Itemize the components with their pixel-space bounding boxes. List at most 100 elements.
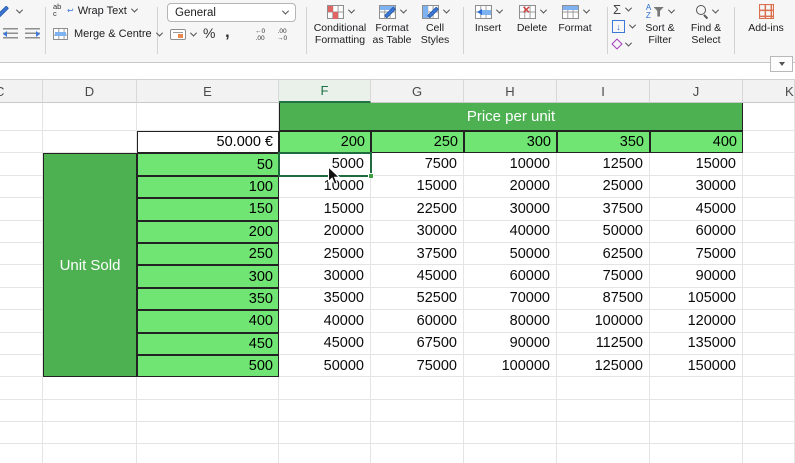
unit-cell[interactable]: 350 <box>137 288 279 310</box>
empty-cell[interactable] <box>371 377 464 399</box>
unit-cell[interactable]: 400 <box>137 310 279 332</box>
empty-cell[interactable] <box>0 444 43 463</box>
cell-styles-button[interactable]: Cell Styles <box>413 3 457 46</box>
delete-button[interactable]: × Delete <box>510 3 554 35</box>
empty-cell[interactable] <box>464 400 557 422</box>
data-cell[interactable]: 60000 <box>371 310 464 332</box>
column-header-F[interactable]: F <box>279 79 371 103</box>
data-cell[interactable]: 100000 <box>557 310 650 332</box>
data-cell[interactable]: 30000 <box>371 221 464 243</box>
data-cell[interactable]: 45000 <box>279 333 371 355</box>
data-cell[interactable]: 135000 <box>650 333 743 355</box>
comma-style-button[interactable]: , <box>225 22 230 42</box>
data-cell[interactable]: 25000 <box>279 243 371 265</box>
empty-cell[interactable] <box>0 198 43 220</box>
price-cell[interactable]: 300 <box>464 131 557 153</box>
empty-cell[interactable] <box>557 444 650 463</box>
empty-cell[interactable] <box>743 221 795 243</box>
empty-cell[interactable] <box>743 333 795 355</box>
empty-cell[interactable] <box>743 310 795 332</box>
unit-cell[interactable]: 150 <box>137 198 279 220</box>
data-cell[interactable]: 80000 <box>464 310 557 332</box>
empty-cell[interactable] <box>743 444 795 463</box>
empty-cell[interactable] <box>0 377 43 399</box>
increase-decimal-button[interactable]: ←0 .00 <box>255 29 265 42</box>
merge-centre-button[interactable]: Merge & Centre <box>53 28 162 40</box>
wrap-text-button[interactable]: ab c ↩ Wrap Text <box>53 4 137 17</box>
data-cell[interactable]: 75000 <box>650 243 743 265</box>
empty-cell[interactable] <box>650 422 743 444</box>
data-cell[interactable]: 75000 <box>371 355 464 377</box>
empty-cell[interactable] <box>743 377 795 399</box>
empty-cell[interactable] <box>43 103 137 131</box>
autosum-button[interactable]: Σ <box>613 2 631 17</box>
column-header-D[interactable]: D <box>43 79 137 103</box>
empty-cell[interactable] <box>0 103 43 131</box>
data-cell[interactable]: 37500 <box>557 198 650 220</box>
empty-cell[interactable] <box>650 400 743 422</box>
empty-cell[interactable] <box>43 131 137 153</box>
empty-cell[interactable] <box>743 198 795 220</box>
empty-cell[interactable] <box>464 377 557 399</box>
empty-cell[interactable] <box>371 400 464 422</box>
number-format-select[interactable]: General <box>167 3 296 22</box>
decrease-indent-button[interactable] <box>3 28 18 39</box>
format-button[interactable]: Format <box>551 3 599 35</box>
unit-cell[interactable]: 450 <box>137 333 279 355</box>
empty-cell[interactable] <box>743 265 795 287</box>
empty-cell[interactable] <box>0 221 43 243</box>
data-cell[interactable]: 12500 <box>557 153 650 175</box>
empty-cell[interactable] <box>743 176 795 198</box>
data-cell[interactable]: 45000 <box>650 198 743 220</box>
accounting-format-button[interactable] <box>170 29 196 40</box>
empty-cell[interactable] <box>279 422 371 444</box>
empty-cell[interactable] <box>0 131 43 153</box>
column-header-J[interactable]: J <box>650 79 743 103</box>
empty-cell[interactable] <box>743 288 795 310</box>
price-cell[interactable]: 250 <box>371 131 464 153</box>
data-cell[interactable]: 50000 <box>557 221 650 243</box>
data-cell[interactable]: 60000 <box>650 221 743 243</box>
insert-button[interactable]: Insert <box>467 3 509 35</box>
data-cell[interactable]: 100000 <box>464 355 557 377</box>
format-as-table-button[interactable]: Format as Table <box>369 3 415 46</box>
empty-cell[interactable] <box>743 400 795 422</box>
empty-cell[interactable] <box>0 265 43 287</box>
empty-cell[interactable] <box>557 422 650 444</box>
empty-cell[interactable] <box>43 377 137 399</box>
data-cell[interactable]: 40000 <box>279 310 371 332</box>
data-cell[interactable]: 150000 <box>650 355 743 377</box>
empty-cell[interactable] <box>279 444 371 463</box>
data-cell[interactable]: 120000 <box>650 310 743 332</box>
column-header-K[interactable]: K <box>743 79 795 103</box>
data-cell[interactable]: 62500 <box>557 243 650 265</box>
scroll-options-button[interactable] <box>770 56 793 72</box>
unit-cell[interactable]: 500 <box>137 355 279 377</box>
data-cell[interactable]: 87500 <box>557 288 650 310</box>
data-cell[interactable]: 75000 <box>557 265 650 287</box>
empty-cell[interactable] <box>137 400 279 422</box>
data-cell[interactable]: 22500 <box>371 198 464 220</box>
empty-cell[interactable] <box>137 103 279 131</box>
empty-cell[interactable] <box>557 400 650 422</box>
data-cell[interactable]: 20000 <box>464 176 557 198</box>
add-ins-button[interactable]: Add-ins <box>741 3 791 35</box>
fill-button[interactable]: ↓ <box>612 20 635 33</box>
data-cell[interactable]: 45000 <box>371 265 464 287</box>
empty-cell[interactable] <box>43 400 137 422</box>
data-cell[interactable]: 30000 <box>279 265 371 287</box>
empty-cell[interactable] <box>137 377 279 399</box>
conditional-formatting-button[interactable]: Conditional Formatting <box>311 3 369 46</box>
data-cell[interactable]: 35000 <box>279 288 371 310</box>
empty-cell[interactable] <box>0 333 43 355</box>
data-cell[interactable]: 10000 <box>464 153 557 175</box>
empty-cell[interactable] <box>743 103 795 131</box>
unit-cell[interactable]: 250 <box>137 243 279 265</box>
data-cell[interactable]: 60000 <box>464 265 557 287</box>
data-cell[interactable]: 10000 <box>279 176 371 198</box>
empty-cell[interactable] <box>279 377 371 399</box>
empty-cell[interactable] <box>650 444 743 463</box>
empty-cell[interactable] <box>0 422 43 444</box>
empty-cell[interactable] <box>0 355 43 377</box>
unit-cell[interactable]: 50 <box>137 153 279 175</box>
